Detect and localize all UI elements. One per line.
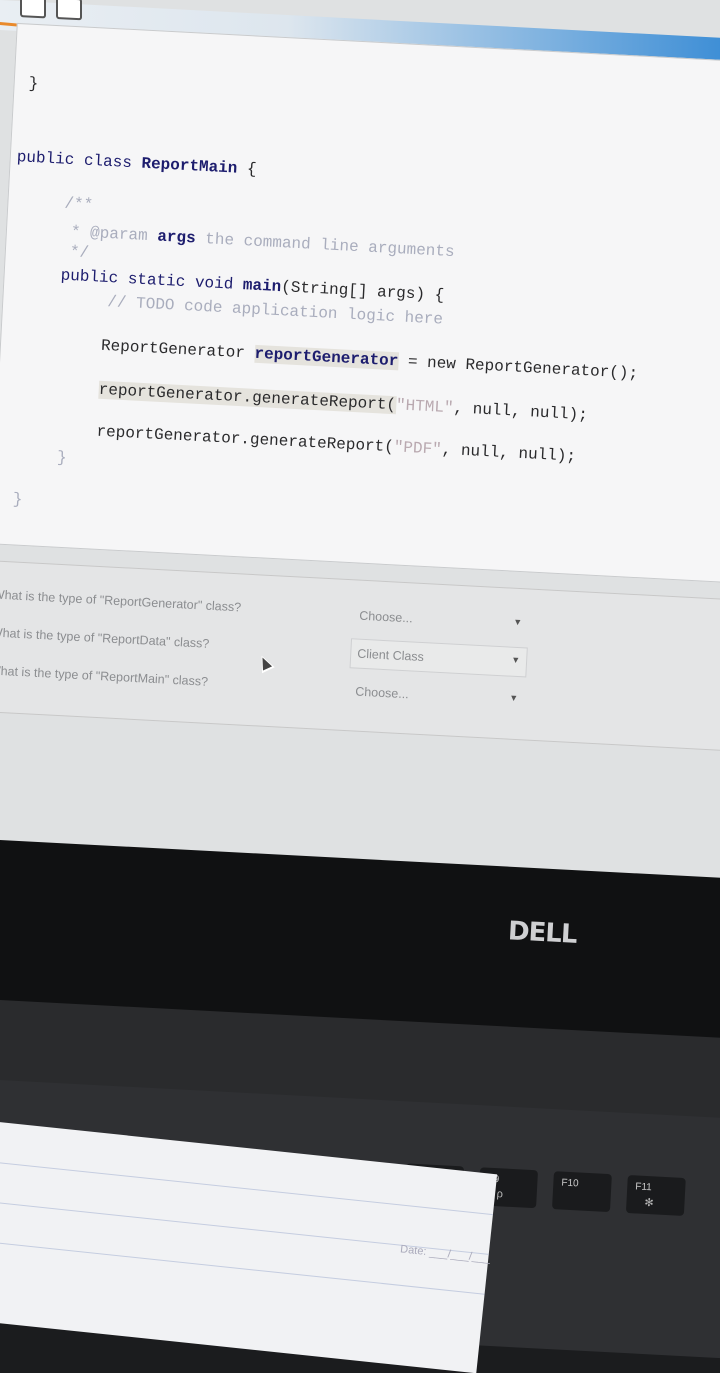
code-line-javadoc-param: * @param args the command line arguments bbox=[70, 223, 455, 262]
brightness-icon: ✻ bbox=[644, 1196, 654, 1210]
code-line-javadoc-open: /** bbox=[63, 194, 94, 215]
code-line-brace: } bbox=[28, 74, 39, 94]
caret-down-icon: ▼ bbox=[512, 616, 523, 628]
code-line-2: reportGenerator.generateReport("HTML", n… bbox=[98, 380, 589, 425]
search-icon: ρ bbox=[496, 1188, 504, 1201]
question-text: What is the type of "ReportData" class? bbox=[0, 625, 210, 651]
key-f10[interactable]: F10 bbox=[552, 1171, 612, 1213]
monitor-screen: } public class ReportMain { /** * @param… bbox=[0, 0, 720, 900]
code-line-close-class: } bbox=[12, 490, 23, 509]
code-line-close-method: } bbox=[56, 448, 68, 468]
code-line-class-decl: public class ReportMain { bbox=[16, 148, 258, 179]
code-block: } public class ReportMain { /** * @param… bbox=[0, 22, 720, 585]
code-line-1: ReportGenerator reportGenerator = new Re… bbox=[100, 336, 639, 383]
key-f11[interactable]: F11 ✻ bbox=[625, 1174, 686, 1216]
code-line-javadoc-close: */ bbox=[69, 243, 90, 262]
caret-down-icon: ▼ bbox=[509, 692, 519, 704]
code-line-3: reportGenerator.generateReport("PDF", nu… bbox=[96, 422, 577, 466]
question-text: What is the type of "ReportGenerator" cl… bbox=[0, 587, 242, 615]
question-text: What is the type of "ReportMain" class? bbox=[0, 663, 209, 689]
answer-select-reportmain[interactable]: Choose... ▼ bbox=[348, 676, 526, 715]
paper-rule bbox=[0, 1159, 493, 1216]
brand-logo: DELL bbox=[507, 916, 578, 950]
caret-down-icon: ▼ bbox=[510, 654, 521, 666]
question-panel: What is the type of "ReportGenerator" cl… bbox=[0, 560, 720, 752]
answer-select-reportgenerator[interactable]: Choose... ▼ bbox=[351, 600, 529, 639]
answer-select-reportdata[interactable]: Client Class ▼ bbox=[349, 638, 528, 678]
